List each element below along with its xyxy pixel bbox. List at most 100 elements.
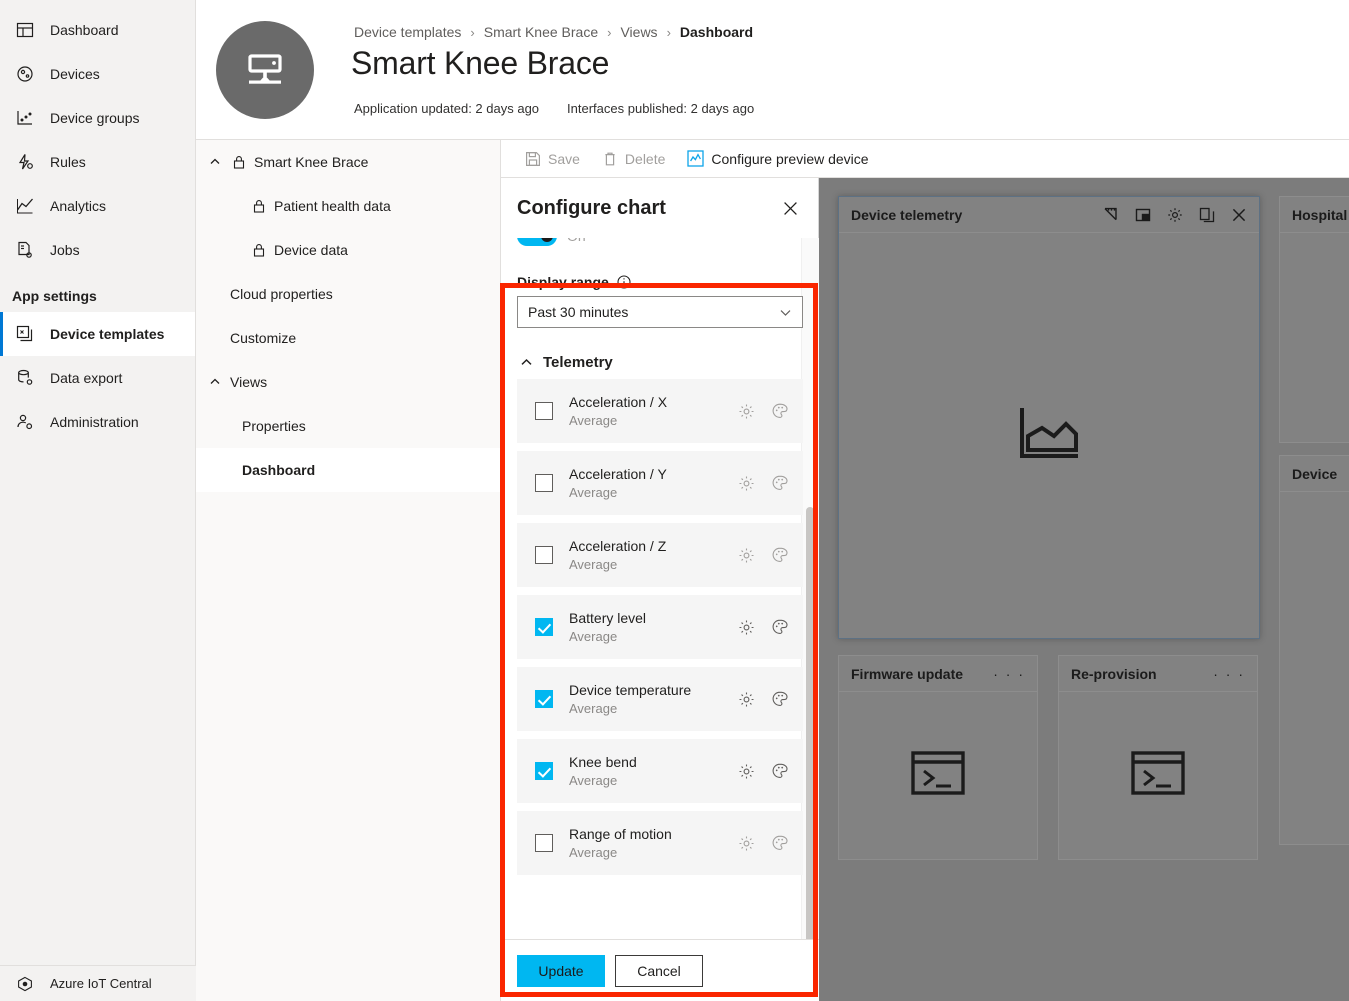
configure-preview-device-button[interactable]: Configure preview device [687, 150, 869, 167]
sidebar-item-administration[interactable]: Administration [0, 400, 195, 444]
update-button[interactable]: Update [517, 954, 605, 987]
sidebar-item-rules[interactable]: Rules [0, 140, 195, 184]
tree-item-customize[interactable]: Customize [196, 316, 500, 360]
sidebar-item-label: Administration [50, 414, 139, 430]
tree-item-views[interactable]: Views [196, 360, 500, 404]
tile-device[interactable]: Device [1279, 455, 1349, 845]
gear-icon[interactable] [738, 619, 755, 636]
cancel-button[interactable]: Cancel [615, 954, 703, 987]
breadcrumb-item-device-templates[interactable]: Device templates [354, 24, 461, 40]
tile-firmware-update[interactable]: Firmware update · · · [838, 655, 1038, 860]
chevron-up-icon[interactable] [206, 376, 224, 388]
tile-title: Hospital [1292, 206, 1348, 223]
gear-icon[interactable] [738, 475, 755, 492]
chart-enable-toggle[interactable] [517, 238, 557, 246]
display-range-label: Display range [517, 274, 609, 290]
panel-header: Configure chart [501, 178, 819, 238]
telemetry-list-item[interactable]: Acceleration / X Average [517, 379, 803, 443]
sidebar-item-analytics[interactable]: Analytics [0, 184, 195, 228]
tree-item-dashboard[interactable]: Dashboard [196, 448, 500, 492]
administration-icon [12, 412, 38, 432]
gear-icon[interactable] [738, 403, 755, 420]
telemetry-aggregation: Average [569, 700, 618, 716]
tree-item-patient-health-data[interactable]: Patient health data [196, 184, 500, 228]
display-range-select[interactable]: Past 30 minutes [517, 296, 803, 328]
telemetry-checkbox[interactable] [535, 690, 553, 708]
palette-icon[interactable] [771, 474, 789, 492]
tree-item-device-data[interactable]: Device data [196, 228, 500, 272]
sidebar-item-data-export[interactable]: Data export [0, 356, 195, 400]
sidebar-item-label: Device templates [50, 326, 165, 342]
save-button[interactable]: Save [525, 151, 580, 167]
telemetry-list-item[interactable]: Acceleration / Y Average [517, 451, 803, 515]
info-icon[interactable] [617, 275, 631, 289]
tile-header: Device [1280, 456, 1349, 492]
palette-icon[interactable] [771, 690, 789, 708]
sidebar-item-device-templates[interactable]: Device templates [0, 312, 195, 356]
trash-icon [602, 151, 618, 167]
breadcrumb-separator: › [470, 24, 475, 40]
tile-hospital[interactable]: Hospital [1279, 196, 1349, 443]
tree-item-smart-knee-brace[interactable]: Smart Knee Brace [196, 140, 500, 184]
gear-icon[interactable] [1167, 207, 1183, 223]
brand-label: Azure IoT Central [50, 976, 152, 991]
tile-overflow-menu-icon[interactable]: · · · [993, 666, 1025, 682]
telemetry-group-header[interactable]: Telemetry [517, 354, 803, 371]
tree-item-cloud-properties[interactable]: Cloud properties [196, 272, 500, 316]
primary-navigation: Dashboard Devices Device groups Rules An… [0, 0, 196, 1001]
telemetry-checkbox[interactable] [535, 762, 553, 780]
telemetry-item-actions [738, 762, 789, 780]
sidebar-item-dashboard[interactable]: Dashboard [0, 8, 195, 52]
chevron-up-icon[interactable] [206, 156, 224, 168]
gear-icon[interactable] [738, 763, 755, 780]
telemetry-list-item[interactable]: Range of motion Average [517, 811, 803, 875]
telemetry-aggregation: Average [569, 556, 618, 572]
chart-enable-toggle-row: On [517, 238, 803, 248]
close-icon[interactable] [1231, 207, 1247, 223]
palette-icon[interactable] [771, 834, 789, 852]
palette-icon[interactable] [771, 402, 789, 420]
tile-re-provision[interactable]: Re-provision · · · [1058, 655, 1258, 860]
sidebar-item-devices[interactable]: Devices [0, 52, 195, 96]
telemetry-list-item[interactable]: Acceleration / Z Average [517, 523, 803, 587]
telemetry-text: Knee bend Average [569, 753, 738, 790]
telemetry-checkbox[interactable] [535, 618, 553, 636]
nav-main-list: Dashboard Devices Device groups Rules An… [0, 0, 195, 444]
close-icon[interactable] [777, 195, 803, 221]
telemetry-name: Device temperature [569, 681, 692, 698]
telemetry-checkbox[interactable] [535, 474, 553, 492]
telemetry-list-item[interactable]: Device temperature Average [517, 667, 803, 731]
sidebar-section-app-settings: App settings [12, 288, 97, 304]
tile-title: Firmware update [851, 665, 964, 682]
gear-icon[interactable] [738, 691, 755, 708]
copy-icon[interactable] [1199, 207, 1215, 223]
telemetry-item-actions [738, 690, 789, 708]
tile-overflow-menu-icon[interactable]: · · · [1213, 666, 1245, 682]
palette-icon[interactable] [771, 762, 789, 780]
palette-icon[interactable] [771, 618, 789, 636]
palette-icon[interactable] [771, 546, 789, 564]
tree-item-properties[interactable]: Properties [196, 404, 500, 448]
telemetry-checkbox[interactable] [535, 834, 553, 852]
sidebar-item-jobs[interactable]: Jobs [0, 228, 195, 272]
lock-icon [230, 155, 248, 169]
breadcrumb-item-smart-knee-brace[interactable]: Smart Knee Brace [484, 24, 598, 40]
display-range-selected-value: Past 30 minutes [528, 304, 629, 320]
tree-item-label: Views [230, 374, 268, 390]
delete-button[interactable]: Delete [602, 151, 665, 167]
sidebar-item-device-groups[interactable]: Device groups [0, 96, 195, 140]
display-range-label-row: Display range [517, 274, 803, 290]
breadcrumb-item-views[interactable]: Views [620, 24, 657, 40]
telemetry-item-actions [738, 546, 789, 564]
gear-icon[interactable] [738, 835, 755, 852]
telemetry-name: Acceleration / Z [569, 537, 667, 554]
telemetry-checkbox[interactable] [535, 546, 553, 564]
telemetry-aggregation: Average [569, 772, 618, 788]
gear-icon[interactable] [738, 547, 755, 564]
telemetry-checkbox[interactable] [535, 402, 553, 420]
chart-axis-icon[interactable] [1103, 207, 1119, 223]
tile-device-telemetry[interactable]: Device telemetry [838, 196, 1260, 639]
telemetry-list-item[interactable]: Knee bend Average [517, 739, 803, 803]
tile-size-icon[interactable] [1135, 207, 1151, 223]
telemetry-list-item[interactable]: Battery level Average [517, 595, 803, 659]
